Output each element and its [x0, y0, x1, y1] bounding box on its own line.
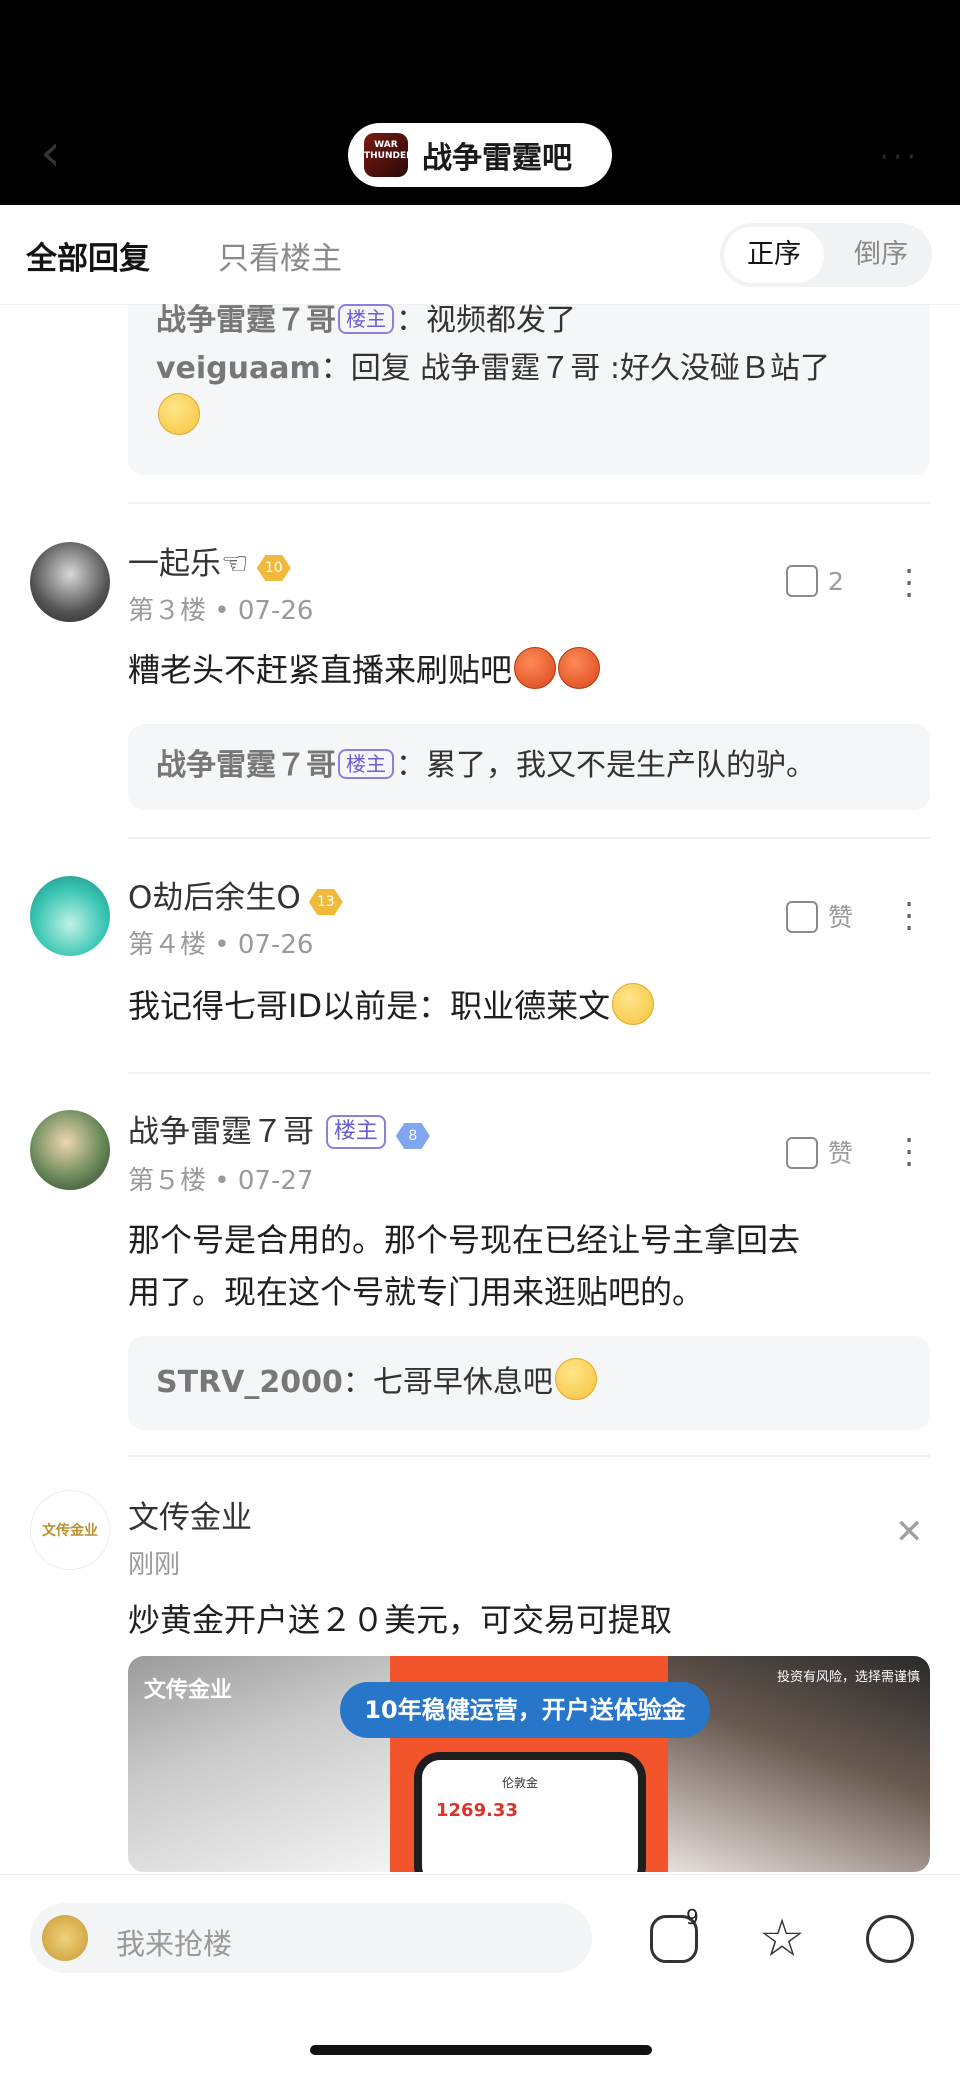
ad-photo-right [668, 1656, 930, 1872]
star-icon[interactable]: ☆ [758, 1913, 806, 1965]
thumbs-up-icon [786, 901, 818, 933]
ad-logo[interactable]: 文传金业 [30, 1490, 110, 1570]
like-button[interactable]: 2 [786, 565, 844, 597]
emoji-icon [158, 393, 200, 435]
level-badge: 10 [256, 555, 291, 581]
op-badge: 楼主 [338, 749, 394, 779]
sub-reply[interactable]: 战争雷霆７哥 楼主 ：视频都发了 [156, 297, 902, 345]
sub-reply-text: ：视频都发了 [396, 303, 576, 338]
sub-reply-text: ：七哥早休息吧 [342, 1365, 553, 1400]
tab-op-only[interactable]: 只看楼主 [218, 233, 342, 278]
sub-reply-text: ：累了，我又不是生产队的驴。 [396, 748, 816, 783]
forum-pill[interactable]: WAR THUNDER 战争雷霆吧 [348, 123, 612, 187]
ad-image[interactable]: 文传金业 投资有风险，选择需谨慎 10年稳健运营，开户送体验金 伦敦金 1269… [128, 1656, 930, 1872]
order-toggle: 正序 倒序 [720, 223, 932, 287]
thumbs-up-icon [786, 565, 818, 597]
post-username[interactable]: 战争雷霆７哥 楼主 8 [128, 1106, 430, 1151]
like-button[interactable]: 赞 [786, 1134, 853, 1170]
close-icon[interactable]: ✕ [895, 1512, 924, 1552]
avatar[interactable] [30, 542, 110, 622]
more-options-icon[interactable]: ··· [904, 888, 914, 944]
post-text: 那个号是合用的。那个号现在已经让号主拿回去 用了。现在这个号就专门用来逛贴吧的。 [128, 1221, 801, 1311]
post-meta: 第３楼 • 07-26 [128, 596, 314, 626]
reply-input[interactable]: 我来抢楼 [30, 1903, 592, 1973]
level-badge: 8 [395, 1123, 430, 1149]
ad-time: 刚刚 [128, 1550, 181, 1580]
share-icon[interactable] [866, 1915, 914, 1963]
ad-brand: 文传金业 [144, 1678, 233, 1703]
avatar[interactable] [30, 1110, 110, 1190]
sub-reply[interactable]: STRV_2000：七哥早休息吧 [156, 1358, 902, 1407]
ad-text: 炒黄金开户送２０美元，可交易可提取 [128, 1601, 673, 1639]
op-badge: 楼主 [325, 1115, 386, 1149]
tab-all-replies[interactable]: 全部回复 [26, 233, 150, 278]
divider [128, 837, 930, 839]
sub-reply[interactable]: 战争雷霆７哥 楼主 ：累了，我又不是生产队的驴。 [156, 742, 902, 790]
forum-name: 战争雷霆吧 [422, 141, 572, 176]
ad-phone-image: 伦敦金 1269.33 [414, 1752, 646, 1872]
sub-reply-box: STRV_2000：七哥早休息吧 [128, 1336, 930, 1430]
more-options-icon[interactable]: ··· [879, 140, 920, 175]
ad-banner: 10年稳健运营，开户送体验金 [340, 1682, 710, 1738]
op-badge: 楼主 [338, 304, 394, 334]
sub-reply-box: 战争雷霆７哥 楼主 ：累了，我又不是生产队的驴。 [128, 724, 930, 810]
emoji-icon [558, 647, 601, 689]
emoji-icon [514, 647, 557, 689]
level-badge: 13 [308, 889, 343, 915]
sub-reply-text: ：回复 战争雷霆７哥 :好久没碰Ｂ站了 [320, 351, 830, 386]
comment-count: 9 [686, 1905, 699, 1929]
sub-reply-box: 战争雷霆７哥 楼主 ：视频都发了 veiguaam：回复 战争雷霆７哥 :好久没碰Ｂ… [128, 303, 930, 475]
avatar[interactable] [30, 876, 110, 956]
more-options-icon[interactable]: ··· [904, 555, 914, 611]
post-meta: 第４楼 • 07-26 [128, 930, 314, 960]
divider [128, 1072, 930, 1074]
reply-input-placeholder: 我来抢楼 [116, 1927, 233, 1961]
user-avatar [42, 1915, 88, 1961]
like-button[interactable]: 赞 [786, 898, 853, 934]
more-options-icon[interactable]: ··· [904, 1124, 914, 1180]
sub-reply-user[interactable]: STRV_2000 [156, 1365, 343, 1400]
post-username[interactable]: 一起乐☜ 10 [128, 538, 291, 583]
sub-reply-user[interactable]: 战争雷霆７哥 [156, 748, 336, 783]
sub-reply[interactable]: veiguaam：回复 战争雷霆７哥 :好久没碰Ｂ站了 [156, 345, 902, 393]
order-asc-button[interactable]: 正序 [724, 227, 824, 283]
top-bar: ‹ WAR THUNDER 战争雷霆吧 ··· [0, 0, 960, 205]
emoji-icon [612, 983, 655, 1025]
ad-risk-note: 投资有风险，选择需谨慎 [776, 1670, 920, 1685]
sub-reply-user[interactable]: 战争雷霆７哥 [156, 303, 336, 338]
divider [128, 502, 930, 504]
home-indicator [310, 2045, 652, 2055]
post-username[interactable]: O劫后余生O 13 [128, 872, 343, 917]
post-text: 糟老头不赶紧直播来刷贴吧 [128, 644, 918, 696]
sub-reply-user[interactable]: veiguaam [156, 351, 321, 386]
emoji-icon [554, 1358, 597, 1400]
post-text: 我记得七哥ID以前是：职业德莱文 [128, 980, 918, 1032]
forum-logo: WAR THUNDER [364, 133, 413, 177]
post-meta: 第５楼 • 07-27 [128, 1166, 314, 1196]
bottom-bar: 我来抢楼 9 ☆ [0, 1874, 960, 2077]
thumbs-up-icon [786, 1137, 818, 1169]
divider [128, 1455, 930, 1457]
reply-tabs: 全部回复 只看楼主 正序 倒序 [0, 205, 960, 305]
ad-name[interactable]: 文传金业 [128, 1492, 252, 1537]
order-desc-button[interactable]: 倒序 [836, 227, 926, 283]
back-icon[interactable]: ‹ [40, 127, 80, 179]
